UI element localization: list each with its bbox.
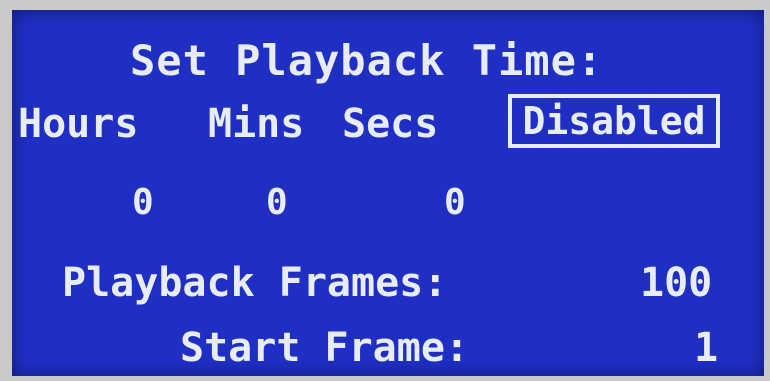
hours-value[interactable]: 0: [132, 185, 154, 221]
lcd-screen: Set Playback Time: Hours Mins Secs Disab…: [12, 10, 764, 376]
hours-label: Hours: [18, 101, 139, 147]
playback-frames-label: Playback Frames:: [62, 260, 448, 306]
disabled-toggle-button[interactable]: Disabled: [508, 94, 720, 148]
start-frame-label: Start Frame:: [180, 325, 469, 371]
secs-value[interactable]: 0: [444, 185, 466, 221]
playback-frames-value[interactable]: 100: [640, 263, 712, 303]
disabled-toggle-label: Disabled: [522, 99, 706, 143]
mins-label: Mins: [208, 101, 305, 147]
secs-label: Secs: [342, 101, 439, 147]
start-frame-value[interactable]: 1: [694, 328, 718, 368]
page-title: Set Playback Time:: [130, 36, 604, 85]
mins-value[interactable]: 0: [266, 185, 288, 221]
